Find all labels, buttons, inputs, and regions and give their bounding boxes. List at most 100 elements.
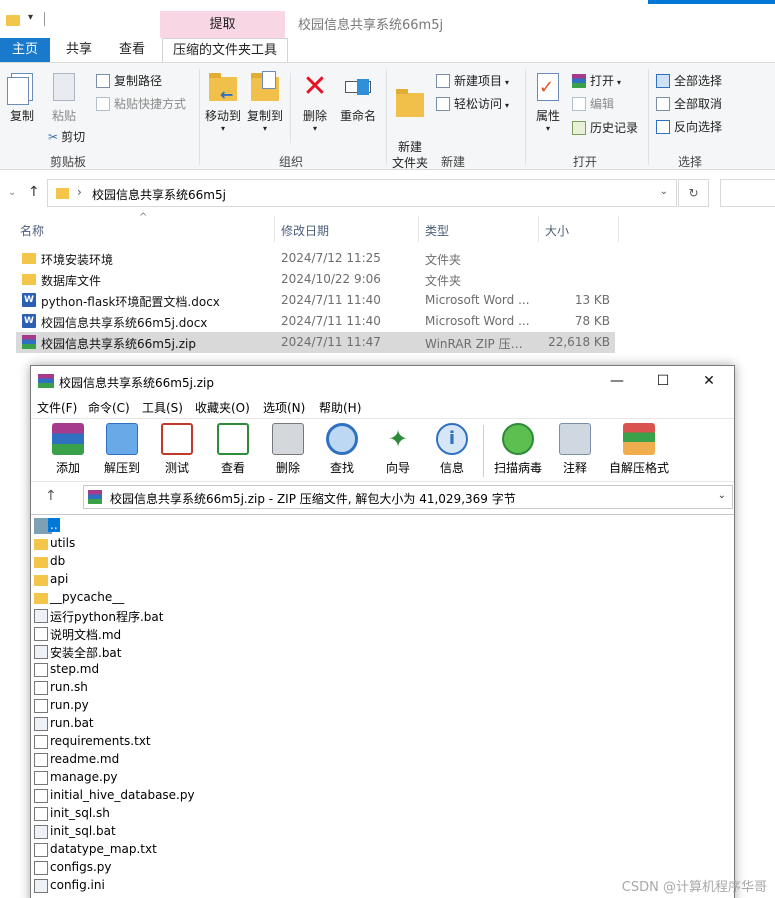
recent-locations-chevron-icon[interactable]: ⌄ [8,187,16,198]
info-button[interactable]: i 信息 [426,423,478,476]
comment-button[interactable]: 注释 [549,423,601,476]
open-button[interactable]: 打开 ▾ [572,72,621,89]
copy-button[interactable]: 复制 [6,71,38,124]
archive-file-row[interactable]: step.md [31,661,734,679]
tab-compressed-folder-tools[interactable]: 压缩的文件夹工具 [162,38,289,62]
path-dropdown-icon[interactable]: ⌄ [718,490,726,501]
archive-file-row[interactable]: initial_hive_database.py [31,787,734,805]
menu-file[interactable]: 文件(F) [37,399,77,416]
archive-folder-row[interactable]: api [31,571,734,589]
delete-button[interactable]: ✕ 删除 ▾ [297,71,333,134]
parent-folder-row[interactable]: .. [31,517,734,535]
history-button[interactable]: 历史记录 [572,119,638,136]
paste-button[interactable]: 粘贴 [48,71,80,124]
archive-file-row[interactable]: configs.py [31,859,734,877]
address-dropdown-icon[interactable]: ⌄ [660,186,668,197]
folder-icon [56,188,69,199]
organize-group-label: 组织 [279,155,304,169]
menu-options[interactable]: 选项(N) [263,399,305,416]
archive-file-row[interactable]: 说明文档.md [31,625,734,643]
close-button[interactable]: ✕ [689,370,729,392]
archive-file-row[interactable]: init_sql.sh [31,805,734,823]
column-divider[interactable] [274,216,275,242]
breadcrumb-chevron-icon[interactable]: › [77,185,82,199]
winrar-open-icon [572,74,586,88]
column-type[interactable]: 类型 [425,222,449,239]
archive-file-row[interactable]: init_sql.bat [31,823,734,841]
new-item-icon [436,74,450,88]
comment-bubble-icon [559,423,591,455]
up-arrow-icon[interactable]: ↑ [28,184,40,200]
archive-file-row[interactable]: run.py [31,697,734,715]
paste-shortcut-button[interactable]: 粘贴快捷方式 [96,95,186,112]
file-row[interactable]: W python-flask环境配置文档.docx 2024/7/11 11:4… [16,290,615,311]
select-all-button[interactable]: 全部选择 [656,72,722,89]
file-row[interactable]: 数据库文件 2024/10/22 9:06 文件夹 [16,269,615,290]
archive-entry-name: .. [48,518,60,532]
address-bar[interactable]: › 校园信息共享系统66m5j ⌄ [47,179,677,207]
up-folder-icon[interactable]: ↑ [45,488,57,504]
file-row-selected[interactable]: 校园信息共享系统66m5j.zip 2024/7/11 11:47 WinRAR… [16,332,615,353]
archive-entry-name: 安装全部.bat [50,646,122,660]
copy-path-button[interactable]: 复制路径 [96,72,162,89]
scan-virus-button[interactable]: 扫描病毒 [489,423,547,476]
refresh-button[interactable]: ↻ [678,179,709,207]
move-to-icon: ← [208,71,238,104]
file-row[interactable]: W 校园信息共享系统66m5j.docx 2024/7/11 11:40 Mic… [16,311,615,332]
edit-button[interactable]: 编辑 [572,95,614,112]
wizard-button[interactable]: ✦ 向导 [372,423,424,476]
extract-to-button[interactable]: 解压到 [96,423,148,476]
archive-file-row[interactable]: 运行python程序.bat [31,607,734,625]
archive-file-row[interactable]: requirements.txt [31,733,734,751]
column-divider[interactable] [418,216,419,242]
column-divider[interactable] [538,216,539,242]
context-tab-extract[interactable]: 提取 [160,11,285,38]
menu-favorites[interactable]: 收藏夹(O) [195,399,250,416]
delete-archive-button[interactable]: 删除 [262,423,314,476]
new-folder-button[interactable]: 新建 文件夹 [391,71,429,187]
sfx-button[interactable]: 自解压格式 [604,423,674,476]
column-date[interactable]: 修改日期 [281,222,329,239]
find-button[interactable]: 查找 [316,423,368,476]
menu-commands[interactable]: 命令(C) [88,399,130,416]
winrar-title-bar[interactable]: 校园信息共享系统66m5j.zip — ☐ ✕ [31,366,734,396]
tab-share[interactable]: 共享 [66,38,92,62]
copy-to-button[interactable]: 复制到 ▾ [247,71,283,133]
archive-file-row[interactable]: readme.md [31,751,734,769]
archive-path-field[interactable]: 校园信息共享系统66m5j.zip - ZIP 压缩文件, 解包大小为 41,0… [83,485,733,509]
new-item-button[interactable]: 新建项目 ▾ [436,72,509,89]
move-to-button[interactable]: ← 移动到 ▾ [205,71,241,133]
properties-button[interactable]: ✓ 属性 ▾ [532,71,564,133]
archive-file-row[interactable]: manage.py [31,769,734,787]
search-input[interactable] [720,179,775,207]
column-size[interactable]: 大小 [545,222,569,239]
easy-access-button[interactable]: 轻松访问 ▾ [436,95,509,112]
quick-access-folder-icon[interactable] [6,15,20,26]
tab-view[interactable]: 查看 [119,38,145,62]
archive-folder-row[interactable]: __pycache__ [31,589,734,607]
rename-button[interactable]: 重命名 [338,71,378,124]
cut-button[interactable]: ✂ 剪切 [48,128,85,145]
file-row[interactable]: 环境安装环境 2024/7/12 11:25 文件夹 [16,248,615,269]
winrar-app-icon[interactable] [38,374,54,388]
archive-file-row[interactable]: run.sh [31,679,734,697]
archive-file-row[interactable]: datatype_map.txt [31,841,734,859]
column-name[interactable]: 名称 [20,222,44,239]
archive-folder-row[interactable]: db [31,553,734,571]
tab-home[interactable]: 主页 [0,38,51,62]
add-button[interactable]: 添加 [42,423,94,476]
menu-help[interactable]: 帮助(H) [319,399,361,416]
archive-file-row[interactable]: 安装全部.bat [31,643,734,661]
archive-folder-row[interactable]: utils [31,535,734,553]
test-button[interactable]: 测试 [151,423,203,476]
breadcrumb[interactable]: 校园信息共享系统66m5j [92,186,226,203]
quick-access-dropdown-icon[interactable]: ▾ [28,12,33,23]
archive-file-row[interactable]: run.bat [31,715,734,733]
view-button[interactable]: 查看 [207,423,259,476]
minimize-button[interactable]: — [597,370,637,392]
maximize-button[interactable]: ☐ [643,370,683,392]
menu-tools[interactable]: 工具(S) [142,399,183,416]
select-none-button[interactable]: 全部取消 [656,95,722,112]
invert-selection-button[interactable]: 反向选择 [656,118,722,135]
column-divider[interactable] [618,216,619,242]
